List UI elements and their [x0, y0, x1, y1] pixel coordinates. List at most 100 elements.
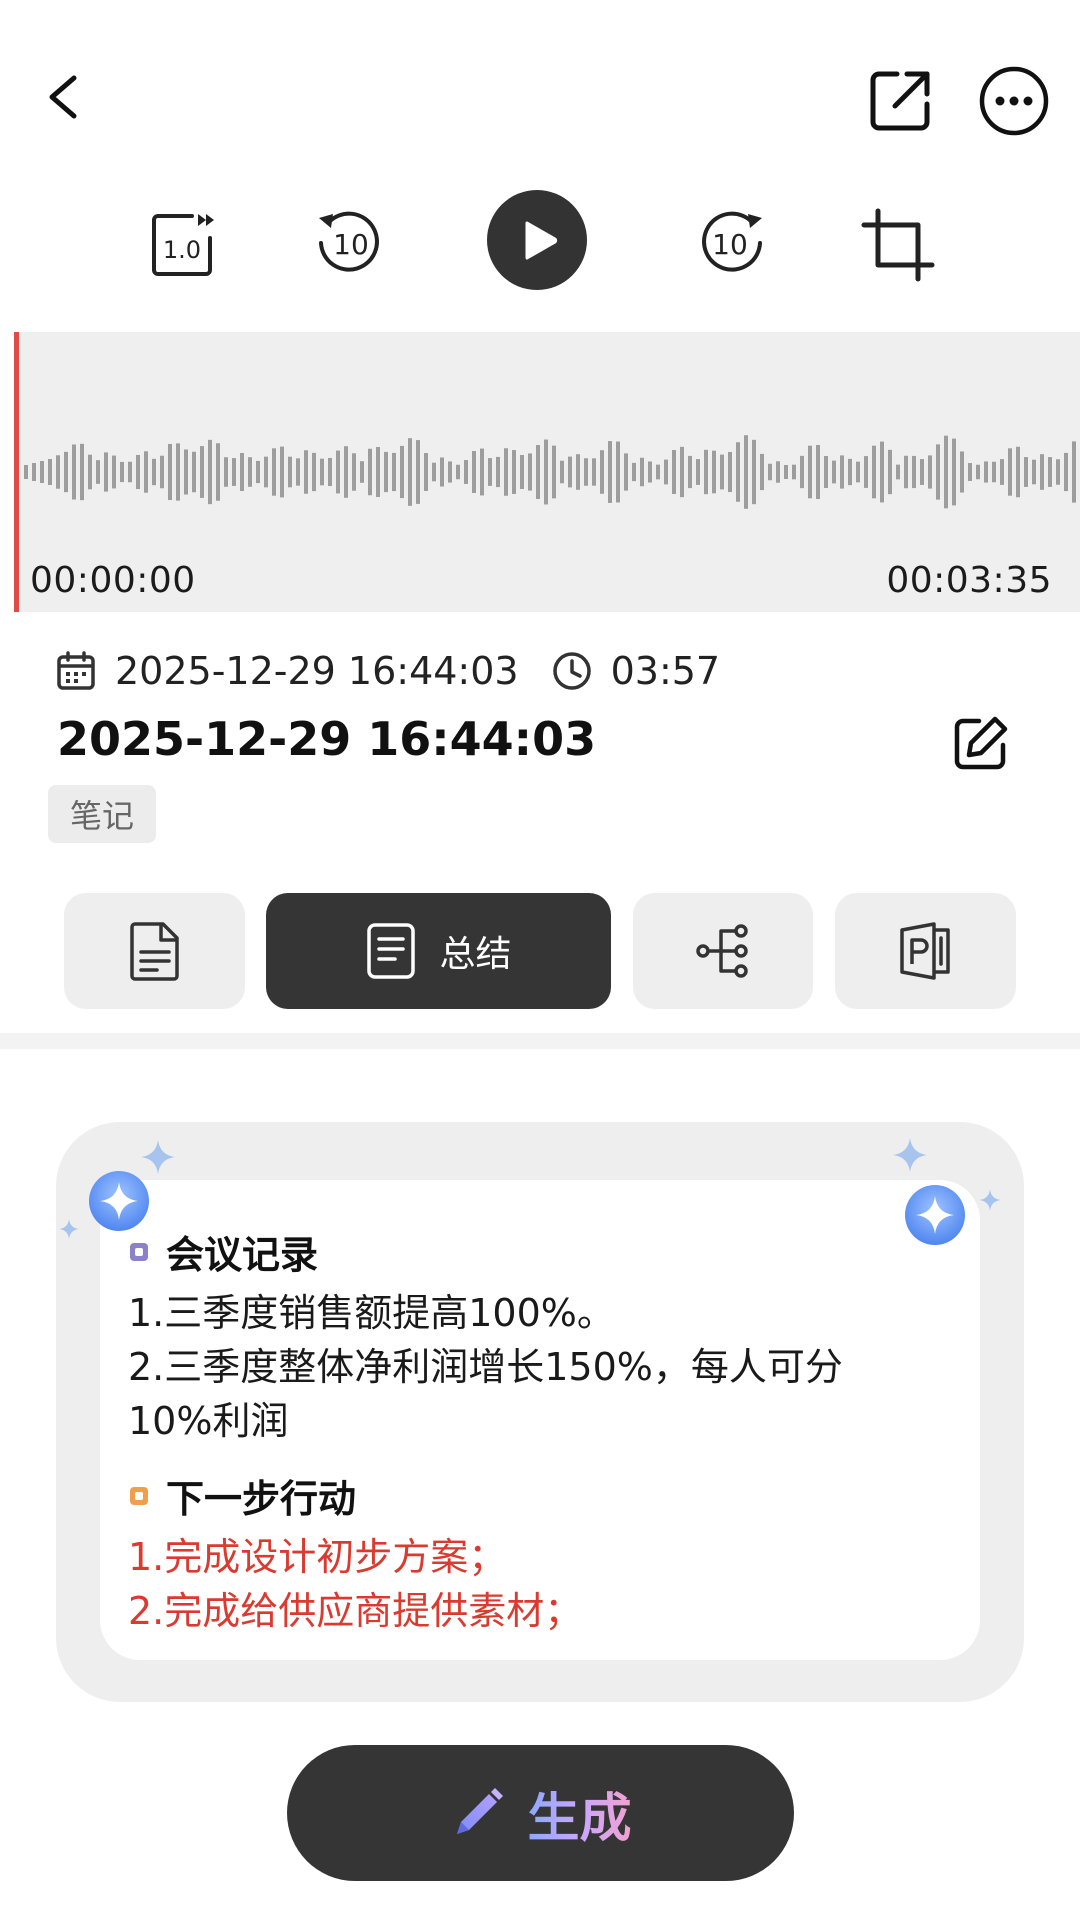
action-item-line: 2.完成给供应商提供素材；: [128, 1589, 583, 1633]
waveform-bar: [432, 462, 436, 482]
note-tag[interactable]: 笔记: [48, 785, 156, 843]
waveform-bar: [576, 454, 580, 490]
waveform-bar: [1032, 459, 1036, 485]
waveform-bar: [152, 458, 156, 486]
waveform-bar: [832, 460, 836, 484]
waveform-bar: [176, 443, 180, 501]
waveform-bar: [960, 451, 964, 493]
waveform-bar: [800, 455, 804, 489]
meeting-note-line: 2.三季度整体净利润增长150%，每人可分: [128, 1345, 843, 1389]
recording-datetime: 2025-12-29 16:44:03: [115, 649, 519, 693]
waveform-bar: [896, 464, 900, 480]
waveform-bar: [448, 461, 452, 483]
waveform-bar: [72, 444, 76, 500]
waveform-bar: [776, 461, 780, 483]
tab-mind-map[interactable]: [633, 893, 813, 1009]
tab-transcript[interactable]: [64, 893, 245, 1009]
waveform-bar: [288, 456, 292, 488]
waveform-bar: [296, 458, 300, 486]
waveform-bar: [200, 446, 204, 498]
back-button[interactable]: [34, 64, 94, 130]
waveform-bar: [384, 451, 388, 493]
waveform-bar: [792, 464, 796, 480]
waveform-bar: [1008, 448, 1012, 496]
waveform-bar: [344, 446, 348, 498]
waveform-bar: [416, 440, 420, 504]
sparkle-icon: [59, 1219, 79, 1239]
recording-title: 2025-12-29 16:44:03: [57, 712, 597, 766]
waveform-bar: [928, 455, 932, 489]
summary-icon: [367, 923, 416, 979]
waveform-panel[interactable]: 00:00:00 00:03:35: [14, 332, 1080, 612]
rewind-button[interactable]: 10: [309, 204, 387, 282]
waveform-bar: [504, 448, 508, 496]
rewind-seconds: 10: [333, 228, 369, 261]
section-next-actions-title: 下一步行动: [166, 1477, 357, 1521]
waveform-bar: [264, 456, 268, 488]
section-meeting-notes: 会议记录: [130, 1224, 318, 1279]
waveform-bar: [984, 461, 988, 483]
crop-icon: [861, 208, 935, 282]
waveform-bar: [544, 439, 548, 505]
waveform-bar: [1000, 459, 1004, 485]
waveform-bar: [376, 447, 380, 497]
waveform-bar: [704, 449, 708, 495]
waveform-bar: [744, 435, 748, 509]
forward-seconds: 10: [712, 228, 748, 261]
waveform-bar: [624, 453, 628, 491]
play-button[interactable]: [487, 190, 587, 290]
waveform-bar: [616, 441, 620, 503]
waveform-bar: [904, 455, 908, 489]
waveform-bar: [552, 445, 556, 499]
waveform-bar: [184, 449, 188, 495]
section-bullet: [130, 1242, 148, 1261]
waveform-bar: [336, 450, 340, 494]
more-options-button[interactable]: [977, 64, 1051, 138]
sparkle-icon: [893, 1138, 927, 1172]
generate-button[interactable]: 生成: [287, 1745, 794, 1881]
edit-title-button[interactable]: [951, 713, 1011, 773]
waveform-bar: [952, 438, 956, 506]
playback-speed-button[interactable]: 1.0: [148, 208, 218, 278]
sparkle-badge-icon: [89, 1171, 149, 1231]
waveform-bar: [536, 445, 540, 499]
waveform-bar: [824, 455, 828, 489]
waveform-bar: [80, 443, 84, 501]
waveform-bar: [976, 464, 980, 480]
waveform-bar: [728, 451, 732, 493]
sparkle-icon: [979, 1189, 1001, 1211]
waveform-bar: [496, 456, 500, 488]
waveform-bar: [352, 453, 356, 491]
waveform-bar: [1056, 459, 1060, 485]
waveform-bar: [1064, 452, 1068, 492]
waveform-bar: [584, 458, 588, 486]
waveform-bar: [672, 449, 676, 495]
waveform-bar: [168, 443, 172, 501]
waveform-bar: [408, 438, 412, 506]
more-horizontal-icon: [979, 66, 1049, 136]
waveform-bar: [936, 444, 940, 500]
waveform-bar: [456, 464, 460, 480]
playhead[interactable]: [14, 332, 19, 612]
tab-summary-label: 总结: [439, 934, 512, 975]
tab-summary[interactable]: 总结: [266, 893, 611, 1009]
waveform-bar: [848, 458, 852, 486]
waveform-bar: [856, 461, 860, 483]
waveform-bar: [104, 452, 108, 492]
tab-presentation[interactable]: [835, 893, 1016, 1009]
waveform-bar: [208, 439, 212, 505]
waveform-bar: [472, 451, 476, 493]
crop-button[interactable]: [858, 205, 938, 285]
waveform-bar: [1040, 454, 1044, 490]
forward-button[interactable]: 10: [694, 204, 772, 282]
sparkle-icon: [141, 1140, 175, 1174]
waveform: [24, 435, 1076, 509]
waveform-bar: [464, 460, 468, 484]
edit-icon: [954, 716, 1008, 770]
waveform-bar: [840, 455, 844, 489]
waveform-bar: [1072, 441, 1076, 503]
waveform-bar: [392, 452, 396, 492]
play-icon: [525, 221, 558, 260]
share-button[interactable]: [863, 62, 939, 138]
waveform-bar: [648, 461, 652, 483]
